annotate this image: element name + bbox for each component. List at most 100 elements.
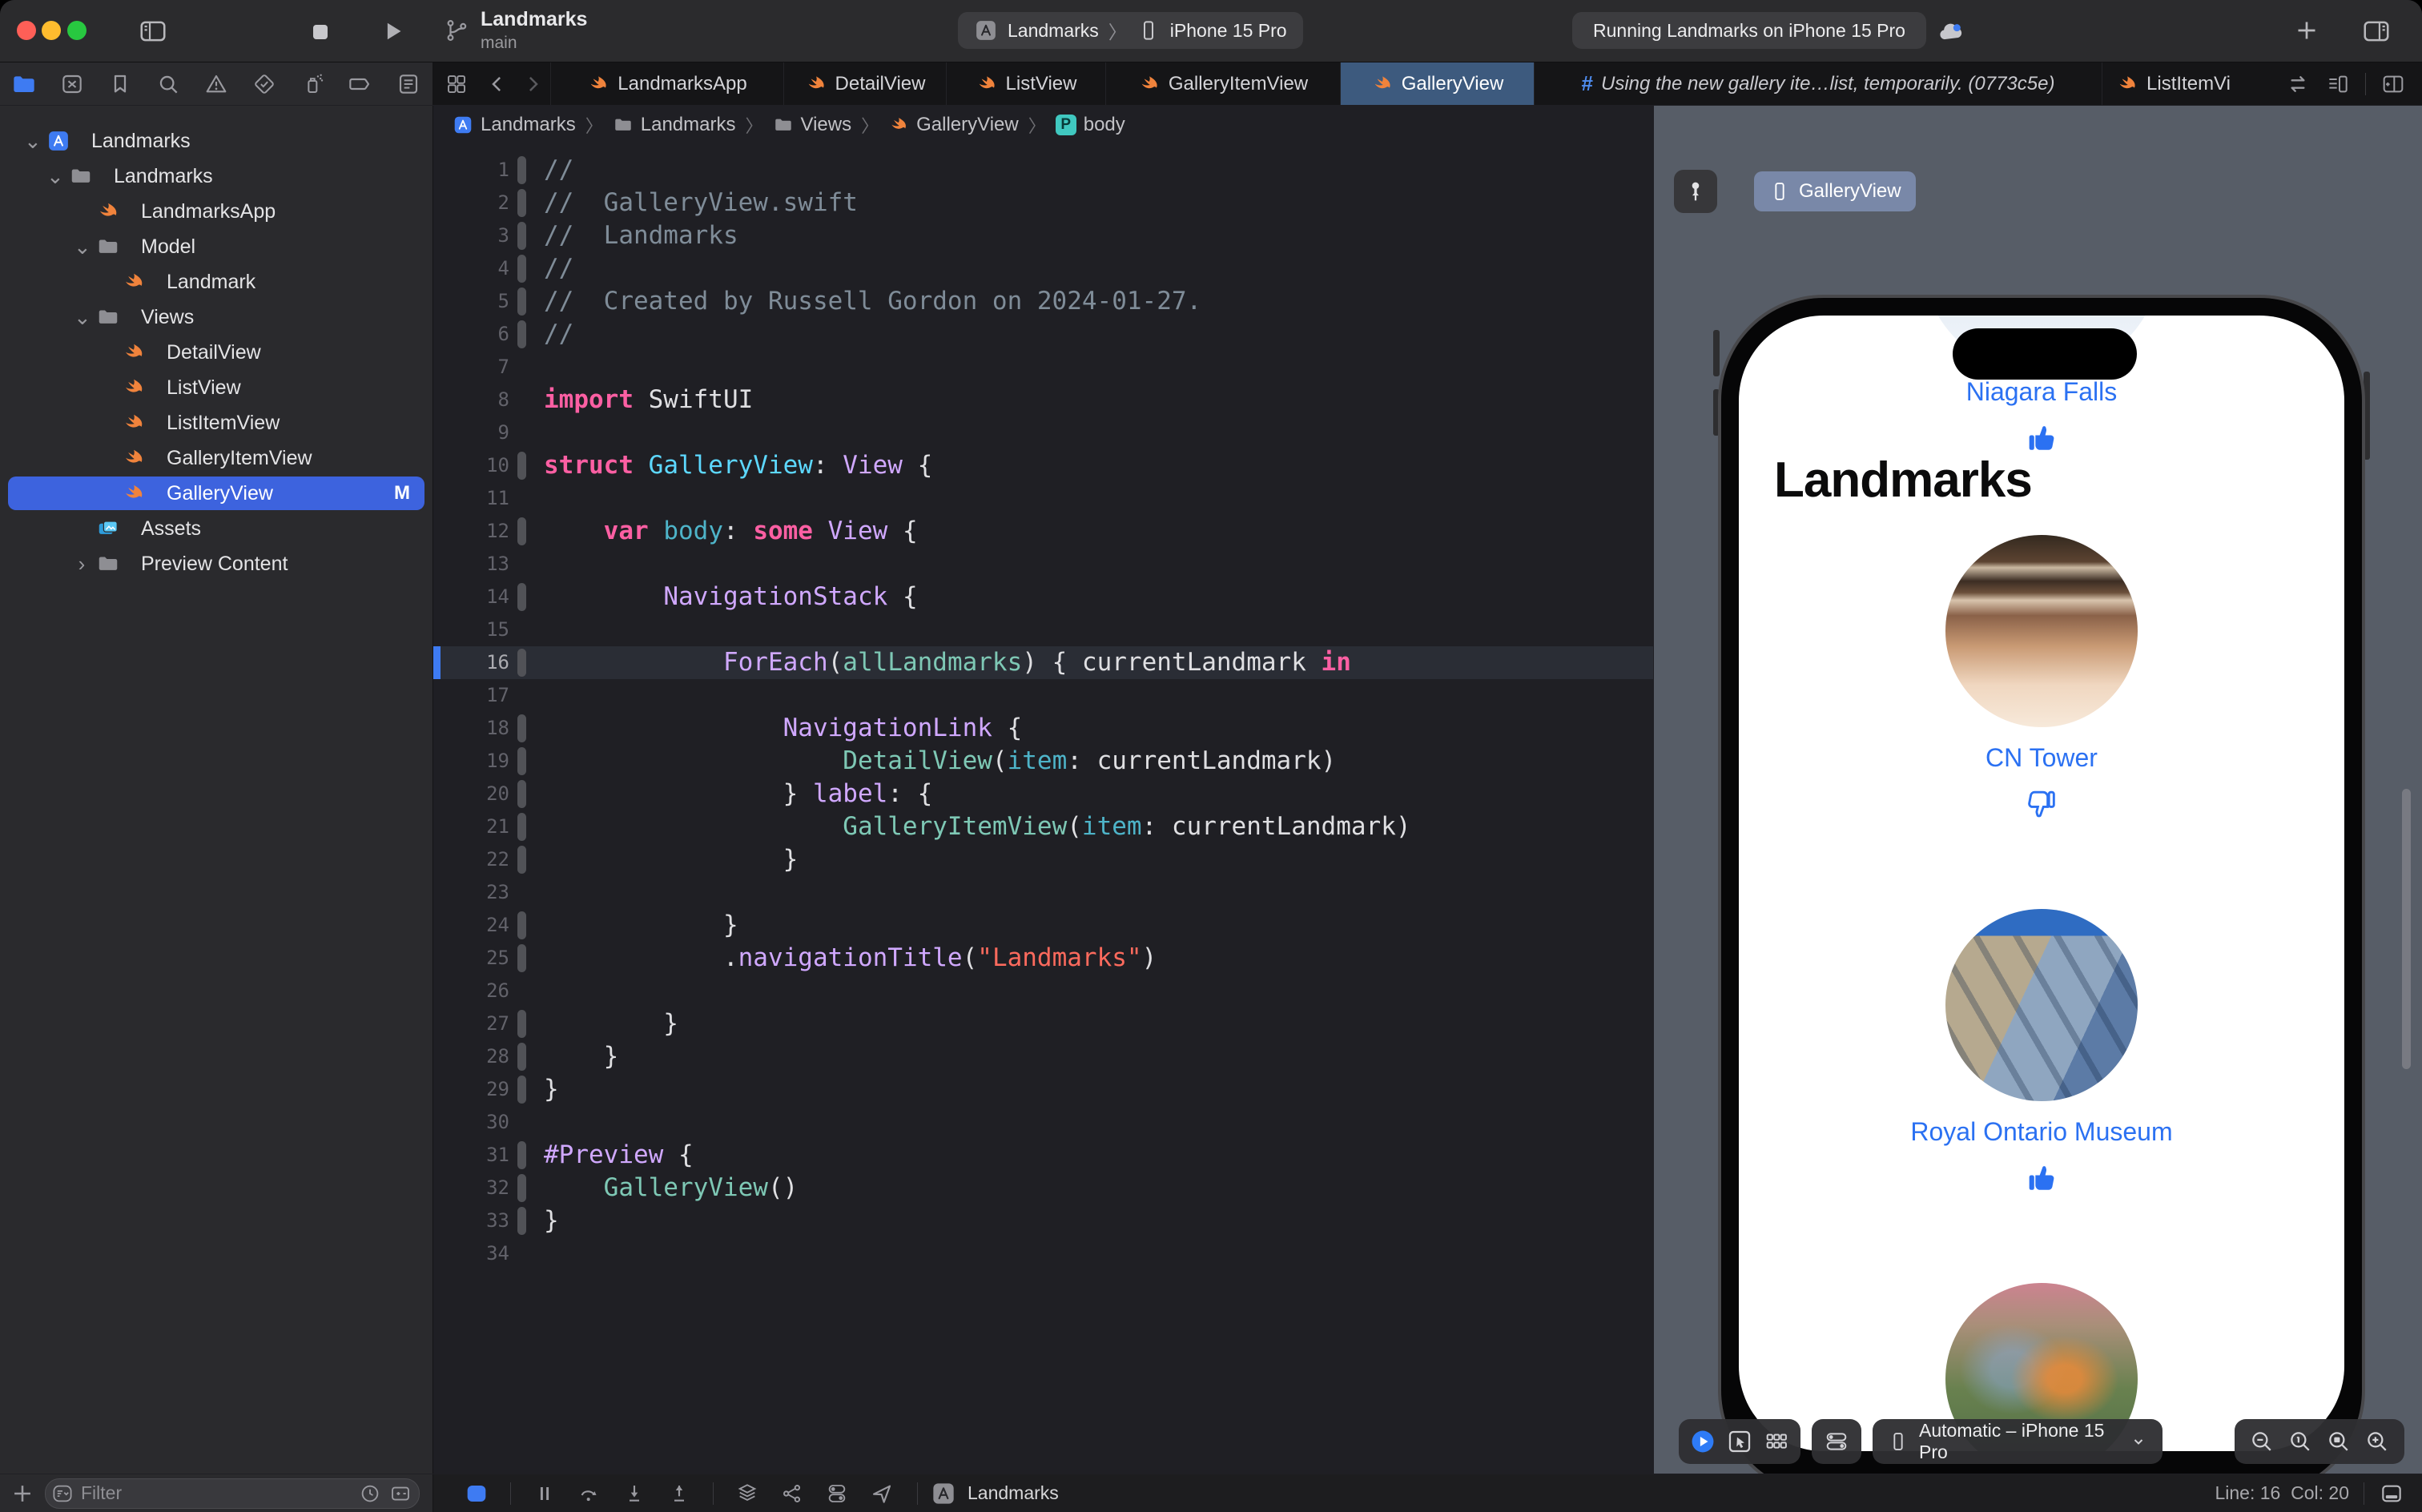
simulate-location-button[interactable]: [859, 1481, 904, 1506]
code-line-27[interactable]: 27 }: [433, 1007, 1653, 1040]
tab-detailview[interactable]: DetailView: [783, 62, 946, 105]
editor-options-icon[interactable]: [2325, 71, 2351, 97]
breadcrumb-item[interactable]: Pbody: [1055, 114, 1125, 136]
code-line-12[interactable]: 12 var body: some View {: [433, 515, 1653, 548]
code-line-18[interactable]: 18 NavigationLink {: [433, 712, 1653, 745]
code-line-4[interactable]: 4 //: [433, 252, 1653, 285]
disclosure-chevron[interactable]: ⌄: [74, 305, 91, 330]
tests-icon[interactable]: [240, 71, 288, 97]
sidebar-item-listview[interactable]: ListView: [0, 370, 432, 405]
issues-icon[interactable]: [192, 71, 240, 97]
sidebar-item-views[interactable]: ⌄ Views: [0, 300, 432, 335]
project-navigator-folder-icon[interactable]: [0, 71, 48, 97]
bookmarks-icon[interactable]: [96, 71, 144, 97]
find-icon[interactable]: [144, 71, 192, 97]
live-preview-play-button[interactable]: [1689, 1428, 1716, 1455]
code-line-19[interactable]: 19 DetailView(item: currentLandmark): [433, 745, 1653, 778]
add-tab-button[interactable]: [2292, 16, 2321, 45]
tab-landmarksapp[interactable]: LandmarksApp: [550, 62, 783, 105]
sidebar-item-landmarks[interactable]: ⌄ Landmarks: [0, 159, 432, 194]
tab-listitemvi[interactable]: ListItemVi: [2102, 62, 2244, 105]
filter-menu-icon[interactable]: [50, 1482, 74, 1506]
landmark-link[interactable]: Niagara Falls: [1739, 377, 2344, 407]
code-line-14[interactable]: 14 NavigationStack {: [433, 581, 1653, 613]
code-line-24[interactable]: 24 }: [433, 909, 1653, 942]
variants-grid-button[interactable]: [1763, 1428, 1790, 1455]
recent-filter-icon[interactable]: [358, 1482, 382, 1506]
close-window-button[interactable]: [17, 21, 36, 40]
code-line-22[interactable]: 22 }: [433, 843, 1653, 876]
add-remove-filter-icon[interactable]: [388, 1482, 412, 1506]
code-line-3[interactable]: 3 // Landmarks: [433, 219, 1653, 252]
bottom-panel-toggle-button[interactable]: [2379, 1481, 2404, 1506]
device-settings-button[interactable]: [1812, 1419, 1861, 1464]
tab-listview[interactable]: ListView: [946, 62, 1105, 105]
zoom-window-button[interactable]: [67, 21, 86, 40]
thumbs-up-icon[interactable]: [1739, 1160, 2344, 1196]
preview-scrollbar[interactable]: [2402, 789, 2411, 1069]
code-line-8[interactable]: 8 import SwiftUI: [433, 384, 1653, 416]
code-line-13[interactable]: 13: [433, 548, 1653, 581]
code-line-29[interactable]: 29}: [433, 1073, 1653, 1106]
iphone-screen[interactable]: Niagara Falls CN Tower Royal Ontario Museu…: [1739, 316, 2344, 1451]
breadcrumb-item[interactable]: GalleryView: [888, 114, 1019, 136]
disclosure-chevron[interactable]: ⌄: [46, 164, 64, 189]
disclosure-chevron[interactable]: ⌄: [24, 129, 42, 154]
tab-galleryitemview[interactable]: GalleryItemView: [1105, 62, 1340, 105]
tab-galleryview[interactable]: GalleryView: [1340, 62, 1534, 105]
zoom-out-button[interactable]: [2248, 1428, 2275, 1455]
sidebar-item-galleryview[interactable]: GalleryView M: [0, 476, 432, 511]
source-control-icon[interactable]: [48, 71, 96, 97]
code-line-11[interactable]: 11: [433, 482, 1653, 515]
sidebar-item-assets[interactable]: Assets: [0, 511, 432, 546]
code-line-34[interactable]: 34: [433, 1237, 1653, 1270]
pause-button[interactable]: [522, 1481, 567, 1506]
thumbs-down-icon[interactable]: [1739, 786, 2344, 822]
code-line-10[interactable]: 10 struct GalleryView: View {: [433, 449, 1653, 482]
back-chevron-icon[interactable]: [480, 62, 515, 105]
zoom-100-button[interactable]: [2287, 1428, 2314, 1455]
forward-chevron-icon[interactable]: [515, 62, 550, 105]
sidebar-item-listitemview[interactable]: ListItemView: [0, 405, 432, 440]
swap-editors-icon[interactable]: [2285, 71, 2311, 97]
preview-target-chip[interactable]: GalleryView: [1754, 171, 1916, 211]
sidebar-item-model[interactable]: ⌄ Model: [0, 229, 432, 264]
pin-preview-button[interactable]: [1674, 170, 1717, 213]
breadcrumb-item[interactable]: Views: [773, 114, 851, 136]
preview-device-selector[interactable]: Automatic – iPhone 15 Pro: [1873, 1419, 2162, 1464]
zoom-fit-button[interactable]: [2325, 1428, 2352, 1455]
landmark-image-cn-tower[interactable]: [1945, 535, 2138, 727]
code-line-32[interactable]: 32 GalleryView(): [433, 1172, 1653, 1204]
step-out-button[interactable]: [657, 1481, 702, 1506]
source-editor[interactable]: 1 // 2 // GalleryView.swift 3 // Landmarks 4 //…: [433, 144, 1653, 1474]
stop-button[interactable]: [306, 18, 335, 46]
sidebar-item-landmarks[interactable]: ⌄ Landmarks: [0, 123, 432, 159]
code-line-15[interactable]: 15: [433, 613, 1653, 646]
step-into-button[interactable]: [612, 1481, 657, 1506]
disclosure-chevron[interactable]: ⌄: [74, 235, 91, 259]
filter-field[interactable]: Filter: [45, 1478, 420, 1509]
code-line-23[interactable]: 23: [433, 876, 1653, 909]
code-line-2[interactable]: 2 // GalleryView.swift: [433, 187, 1653, 219]
environment-overrides-button[interactable]: [815, 1481, 859, 1506]
code-line-30[interactable]: 30: [433, 1106, 1653, 1139]
disclosure-chevron[interactable]: ›: [74, 552, 90, 577]
selectable-cursor-button[interactable]: [1726, 1428, 1753, 1455]
sidebar-toggle-icon[interactable]: [138, 16, 168, 46]
code-line-5[interactable]: 5 // Created by Russell Gordon on 2024-01…: [433, 285, 1653, 318]
landmark-image-royal-ontario-museum[interactable]: [1945, 909, 2138, 1101]
sidebar-item-galleryitemview[interactable]: GalleryItemView: [0, 440, 432, 476]
tab-commit[interactable]: # Using the new gallery ite…list, tempora…: [1534, 62, 2102, 105]
sidebar-item-landmarksapp[interactable]: LandmarksApp: [0, 194, 432, 229]
related-items-grid-icon[interactable]: [433, 62, 480, 105]
code-line-28[interactable]: 28 }: [433, 1040, 1653, 1073]
code-line-26[interactable]: 26: [433, 975, 1653, 1007]
code-line-6[interactable]: 6 //: [433, 318, 1653, 351]
code-line-1[interactable]: 1 //: [433, 154, 1653, 187]
landmark-link[interactable]: CN Tower: [1739, 743, 2344, 773]
breakpoints-toggle-button[interactable]: [454, 1481, 499, 1506]
code-line-33[interactable]: 33}: [433, 1204, 1653, 1237]
code-line-17[interactable]: 17: [433, 679, 1653, 712]
right-panel-toggle[interactable]: [2361, 16, 2392, 46]
code-line-31[interactable]: 31 #Preview {: [433, 1139, 1653, 1172]
